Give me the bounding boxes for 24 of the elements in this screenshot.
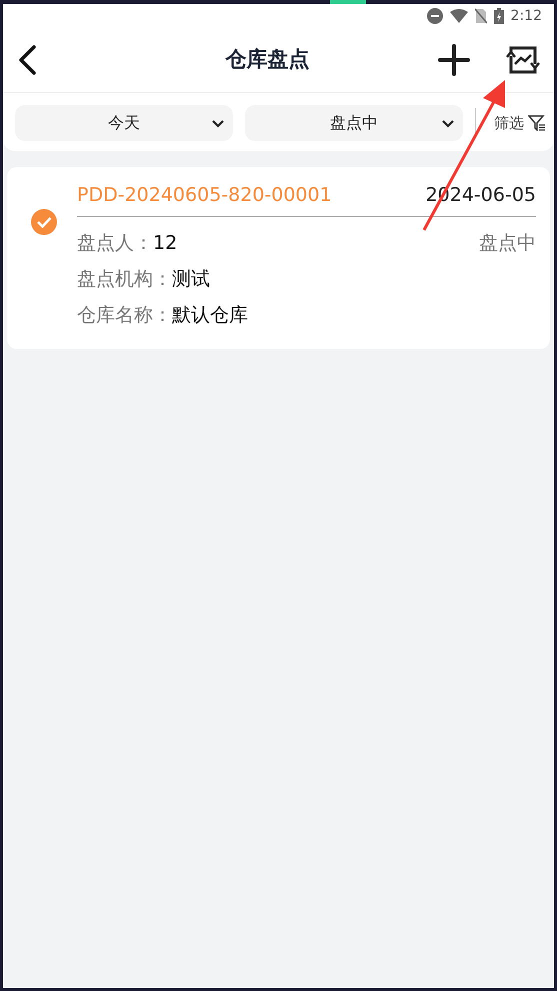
filter-icon [528,115,546,131]
field-label: 盘点机构： [77,268,172,290]
filter-button[interactable]: 筛选 [475,108,546,138]
battery-icon [494,8,504,24]
chart-sync-icon[interactable] [506,44,540,76]
field-label: 仓库名称： [77,304,172,326]
do-not-disturb-icon [426,8,443,24]
chevron-down-icon [441,118,455,128]
status-time: 2:12 [510,6,542,26]
back-icon[interactable] [17,44,37,76]
field-value: 12 [153,232,178,254]
checkbox[interactable] [31,209,57,235]
field-value: 默认仓库 [172,304,248,326]
dropdown[interactable]: 盘点中 [245,105,463,141]
no-sim-icon [474,8,487,24]
dropdown[interactable]: 今天 [15,105,233,141]
page-title: 仓库盘点 [224,46,310,74]
record-code: PDD-20240605-820-00001 [77,183,332,208]
add-icon[interactable] [438,44,470,76]
field-label: 盘点人： [77,232,153,254]
field-value: 测试 [172,268,210,290]
wifi-icon [450,9,468,23]
chevron-down-icon [211,118,225,128]
record-status: 盘点中 [479,230,536,256]
